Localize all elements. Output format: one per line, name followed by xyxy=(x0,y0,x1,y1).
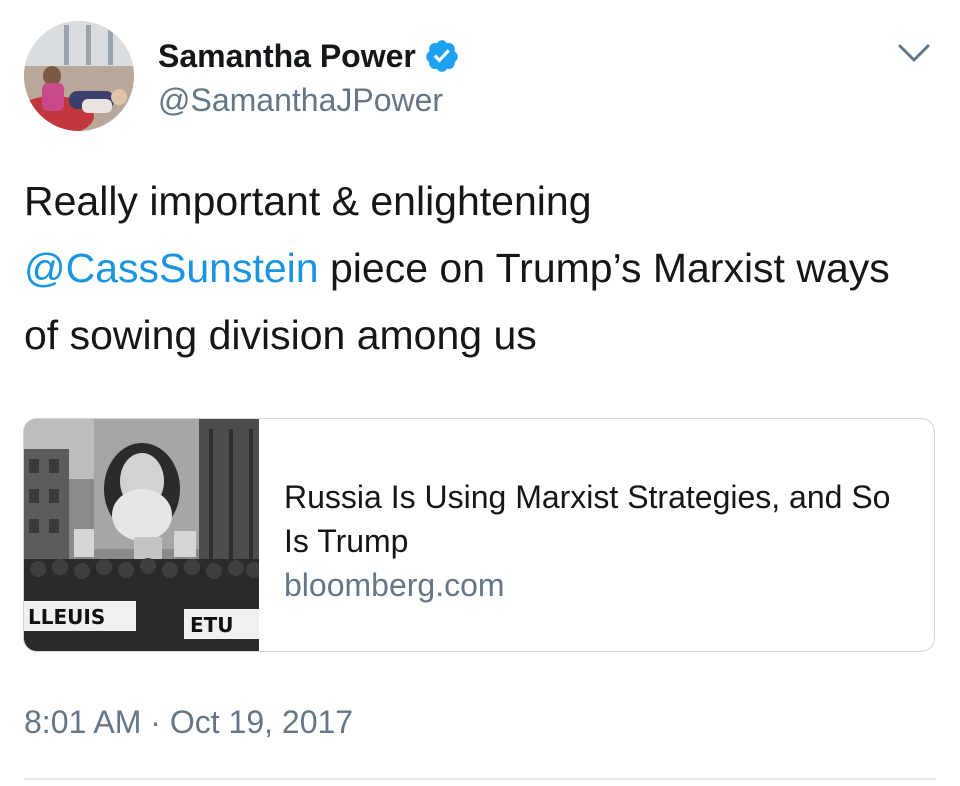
card-image: LLEUIS ETU xyxy=(24,419,259,651)
author-name[interactable]: Samantha Power xyxy=(158,36,460,76)
divider xyxy=(24,778,936,780)
verified-badge-icon xyxy=(424,38,460,74)
tweet-text-line: @CassSunstein piece on Trump’s Marxist w… xyxy=(24,235,944,302)
tweet-text-line: of sowing division among us xyxy=(24,312,537,358)
tweet-timestamp[interactable]: 8:01 AM · Oct 19, 2017 xyxy=(24,702,353,742)
tweet-text: Really important & enlightening @CassSun… xyxy=(24,168,944,369)
tweet-text-segment: piece on Trump’s Marxist ways xyxy=(318,245,890,291)
author-name-text: Samantha Power xyxy=(158,38,416,74)
card-image-banner-left: LLEUIS xyxy=(28,605,105,629)
author-handle[interactable]: @SamanthaJPower xyxy=(158,80,443,120)
link-card[interactable]: LLEUIS ETU Russia Is Using Marxist Strat… xyxy=(23,418,935,652)
card-domain: bloomberg.com xyxy=(284,567,505,603)
card-image-banner-right: ETU xyxy=(190,613,234,637)
mention-link[interactable]: @CassSunstein xyxy=(24,245,319,291)
card-title[interactable]: Russia Is Using Marxist Strategies, and … xyxy=(284,475,924,563)
profile-photo-icon xyxy=(24,21,134,131)
avatar[interactable] xyxy=(24,21,134,131)
chevron-down-icon[interactable] xyxy=(896,38,932,68)
tweet-text-line: Really important & enlightening xyxy=(24,178,592,224)
